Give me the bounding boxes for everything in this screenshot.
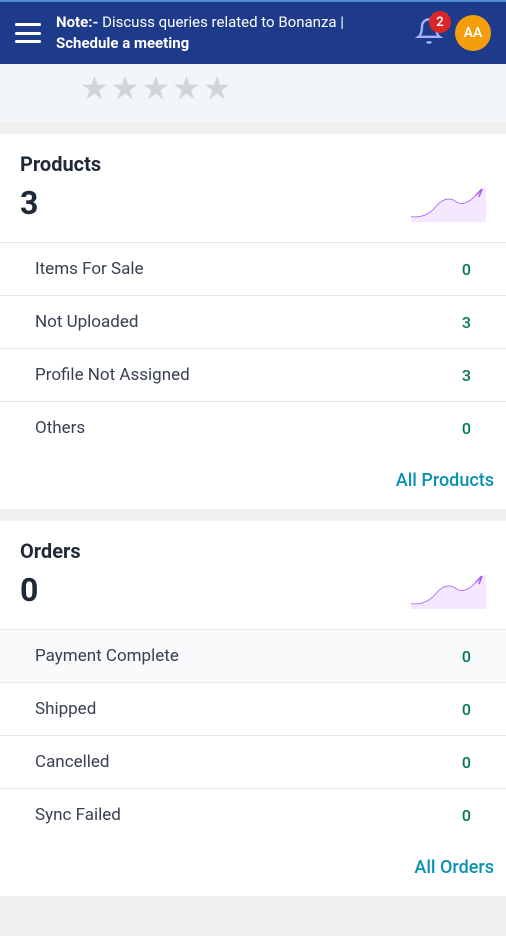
star-icon: ★ bbox=[141, 69, 170, 107]
row-value: 3 bbox=[462, 313, 471, 332]
row-label: Sync Failed bbox=[35, 805, 121, 825]
notifications-button[interactable]: 2 bbox=[415, 17, 443, 49]
orders-title: Orders bbox=[20, 539, 486, 563]
orders-section: Orders 0 Payment Complete 0 Shipped 0 Canc… bbox=[0, 521, 506, 841]
list-item[interactable]: Items For Sale 0 bbox=[0, 242, 506, 295]
bottom-spacer bbox=[0, 896, 506, 936]
star-rating[interactable]: ★ ★ ★ ★ ★ bbox=[0, 69, 506, 107]
row-label: Cancelled bbox=[35, 752, 109, 772]
star-icon: ★ bbox=[172, 69, 201, 107]
orders-list: Payment Complete 0 Shipped 0 Cancelled 0 Sy… bbox=[0, 629, 506, 841]
list-item[interactable]: Shipped 0 bbox=[0, 682, 506, 735]
list-item[interactable]: Cancelled 0 bbox=[0, 735, 506, 788]
row-value: 0 bbox=[462, 753, 471, 772]
orders-count: 0 bbox=[20, 571, 38, 609]
note-body: Discuss queries related to Bonanza | bbox=[98, 13, 344, 31]
all-products-link[interactable]: All Products bbox=[396, 470, 494, 491]
star-icon: ★ bbox=[111, 69, 140, 107]
row-value: 0 bbox=[462, 700, 471, 719]
schedule-meeting-link[interactable]: Schedule a meeting bbox=[56, 34, 189, 52]
row-value: 0 bbox=[462, 647, 471, 666]
row-label: Others bbox=[35, 418, 85, 438]
star-icon: ★ bbox=[80, 69, 109, 107]
row-value: 0 bbox=[462, 806, 471, 825]
avatar[interactable]: AA bbox=[455, 15, 491, 51]
products-list: Items For Sale 0 Not Uploaded 3 Profile No… bbox=[0, 242, 506, 454]
list-item[interactable]: Others 0 bbox=[0, 401, 506, 454]
row-value: 3 bbox=[462, 366, 471, 385]
sparkline-icon bbox=[411, 187, 486, 222]
row-label: Profile Not Assigned bbox=[35, 365, 190, 385]
row-value: 0 bbox=[462, 260, 471, 279]
notification-badge: 2 bbox=[429, 11, 451, 33]
row-label: Payment Complete bbox=[35, 646, 179, 666]
products-count: 3 bbox=[20, 184, 38, 222]
list-item[interactable]: Sync Failed 0 bbox=[0, 788, 506, 841]
list-item[interactable]: Profile Not Assigned 3 bbox=[0, 348, 506, 401]
app-header: Note:- Discuss queries related to Bonanz… bbox=[0, 0, 506, 64]
row-value: 0 bbox=[462, 419, 471, 438]
list-item[interactable]: Payment Complete 0 bbox=[0, 629, 506, 682]
list-item[interactable]: Not Uploaded 3 bbox=[0, 295, 506, 348]
menu-icon[interactable] bbox=[15, 23, 41, 43]
sparkline-icon bbox=[411, 574, 486, 609]
row-label: Shipped bbox=[35, 699, 96, 719]
products-section: Products 3 Items For Sale 0 Not Uploaded 3… bbox=[0, 134, 506, 454]
row-label: Items For Sale bbox=[35, 259, 143, 279]
all-orders-link[interactable]: All Orders bbox=[414, 857, 494, 878]
orders-footer: All Orders bbox=[0, 841, 506, 896]
products-title: Products bbox=[20, 152, 486, 176]
orders-header: 0 bbox=[20, 571, 486, 609]
row-label: Not Uploaded bbox=[35, 312, 138, 332]
star-icon: ★ bbox=[203, 69, 232, 107]
products-footer: All Products bbox=[0, 454, 506, 509]
rating-section: ★ ★ ★ ★ ★ bbox=[0, 64, 506, 122]
header-note: Note:- Discuss queries related to Bonanz… bbox=[56, 12, 403, 54]
products-header: 3 bbox=[20, 184, 486, 222]
note-prefix: Note:- bbox=[56, 13, 98, 31]
